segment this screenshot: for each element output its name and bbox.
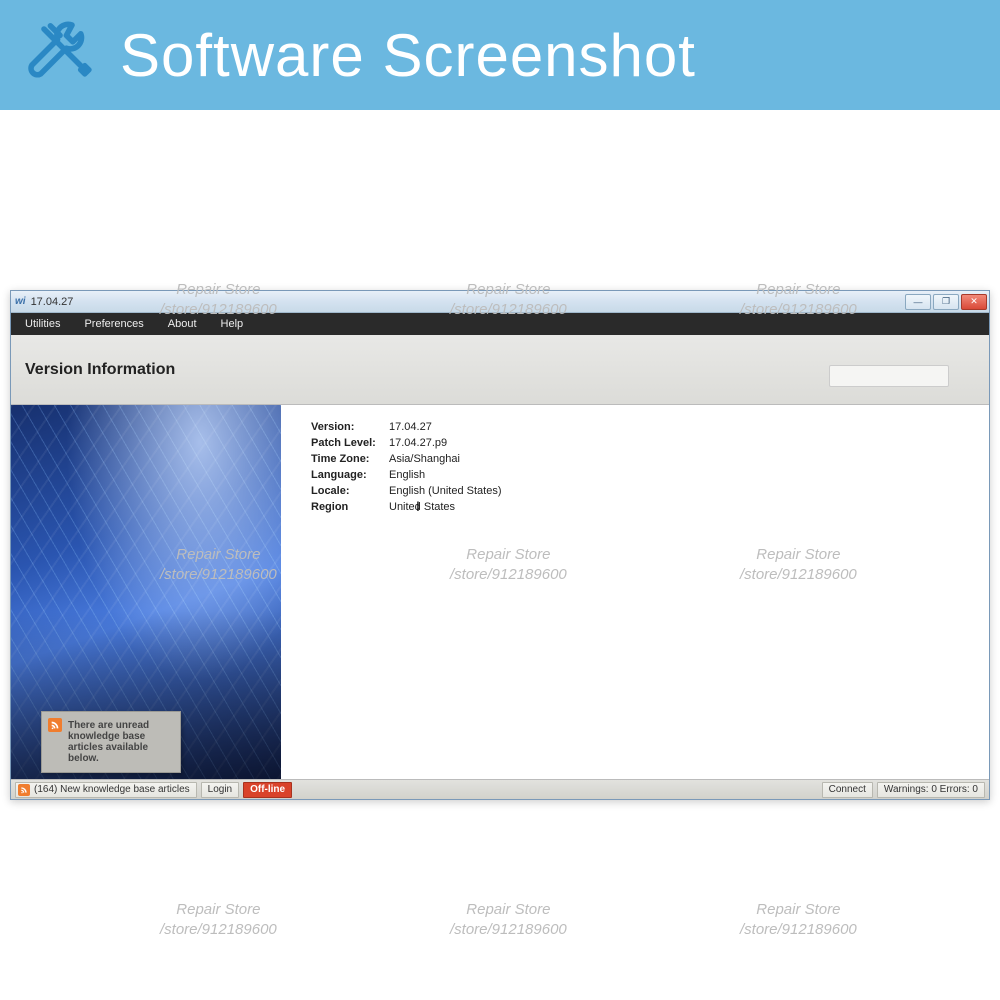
app-icon: wi: [15, 296, 26, 307]
watermark: Repair Store/store/912189600: [450, 900, 567, 939]
app-window: wi 17.04.27 — ❐ ✕ Utilities Preferences …: [10, 290, 990, 800]
connect-button[interactable]: Connect: [822, 782, 873, 798]
window-title: 17.04.27: [31, 296, 905, 308]
watermark: Repair Store/store/912189600: [740, 900, 857, 939]
text-cursor-icon: I: [416, 499, 423, 513]
info-value: English: [389, 469, 425, 481]
menu-preferences[interactable]: Preferences: [72, 318, 155, 330]
info-label: Region: [311, 501, 389, 513]
watermark: Repair Store/store/912189600: [160, 900, 277, 939]
info-value: English (United States): [389, 485, 502, 497]
content-area: Version: 17.04.27 Patch Level: 17.04.27.…: [11, 405, 989, 779]
offline-badge: Off-line: [243, 782, 292, 798]
login-button[interactable]: Login: [201, 782, 239, 798]
menu-about[interactable]: About: [156, 318, 209, 330]
page-title: Version Information: [25, 361, 175, 379]
menu-help[interactable]: Help: [209, 318, 256, 330]
info-label: Language:: [311, 469, 389, 481]
close-button[interactable]: ✕: [961, 294, 987, 310]
kb-toast-text: There are unread knowledge base articles…: [68, 720, 149, 764]
page-header: Version Information: [11, 335, 989, 405]
menu-utilities[interactable]: Utilities: [13, 318, 72, 330]
statusbar: (164) New knowledge base articles Login …: [11, 779, 989, 799]
kb-toast[interactable]: There are unread knowledge base articles…: [41, 711, 181, 773]
menubar: Utilities Preferences About Help: [11, 313, 989, 335]
status-kb-text: (164) New knowledge base articles: [34, 784, 190, 795]
info-label: Locale:: [311, 485, 389, 497]
header-blank-field: [829, 365, 949, 387]
rss-icon: [18, 784, 30, 796]
version-info-table: Version: 17.04.27 Patch Level: 17.04.27.…: [281, 405, 532, 779]
minimize-button[interactable]: —: [905, 294, 931, 310]
info-value: 17.04.27: [389, 421, 432, 433]
rss-icon: [48, 718, 62, 732]
status-kb-articles[interactable]: (164) New knowledge base articles: [15, 782, 197, 798]
info-label: Time Zone:: [311, 453, 389, 465]
window-controls: — ❐ ✕: [905, 294, 987, 310]
wrench-screwdriver-icon: [20, 13, 100, 98]
info-label: Version:: [311, 421, 389, 433]
info-row-time-zone: Time Zone: Asia/Shanghai: [311, 451, 502, 467]
status-warnings-errors: Warnings: 0 Errors: 0: [877, 782, 985, 798]
info-row-language: Language: English: [311, 467, 502, 483]
info-row-patch-level: Patch Level: 17.04.27.p9: [311, 435, 502, 451]
info-value: 17.04.27.p9: [389, 437, 447, 449]
titlebar: wi 17.04.27 — ❐ ✕: [11, 291, 989, 313]
info-row-region: Region United States: [311, 499, 502, 515]
info-value: Asia/Shanghai: [389, 453, 460, 465]
info-label: Patch Level:: [311, 437, 389, 449]
page-banner-title: Software Screenshot: [120, 21, 696, 90]
info-row-version: Version: 17.04.27: [311, 419, 502, 435]
info-row-locale: Locale: English (United States): [311, 483, 502, 499]
page-banner: Software Screenshot: [0, 0, 1000, 110]
maximize-button[interactable]: ❐: [933, 294, 959, 310]
